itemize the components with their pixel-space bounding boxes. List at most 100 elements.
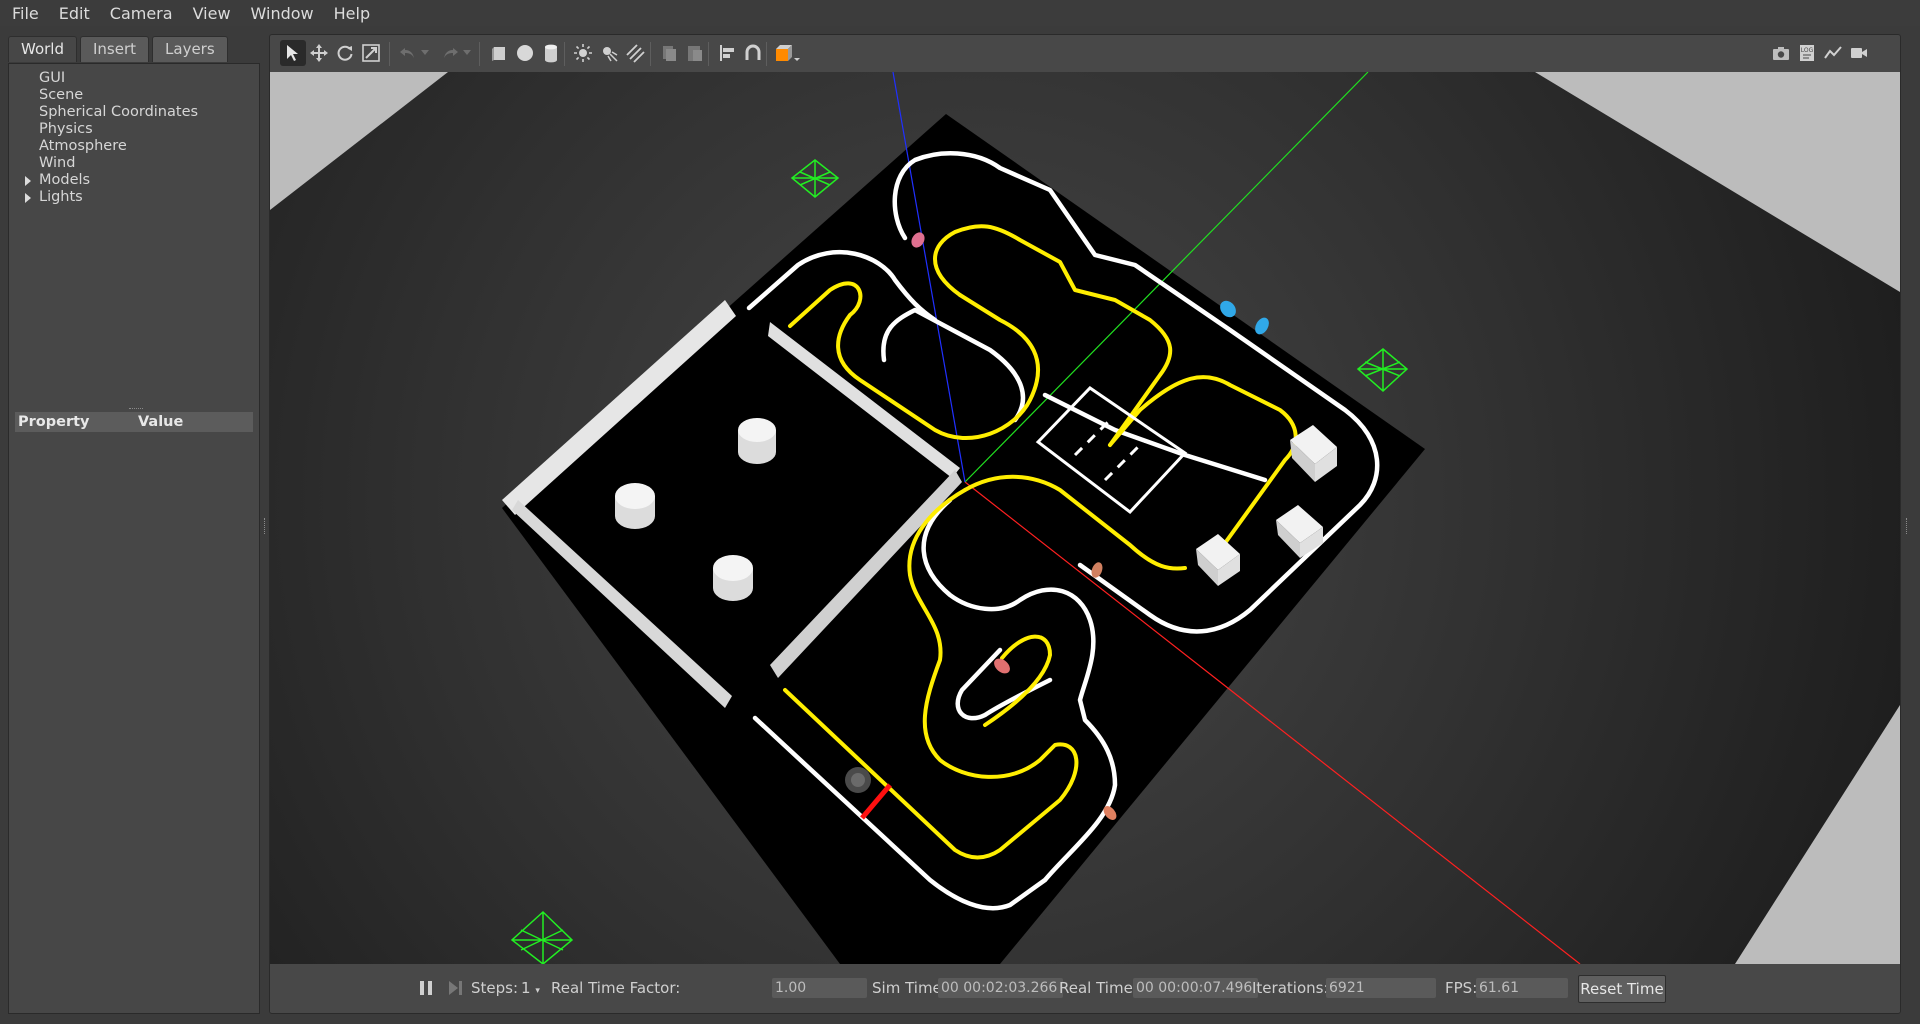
real-time-factor-label: Real Time Factor: [551,979,681,997]
view-angle-icon [776,45,800,61]
scale-mode-button[interactable] [358,40,384,66]
reset-time-button[interactable]: Reset Time [1578,975,1666,1003]
toolbar-separator [389,42,390,66]
directional-light-button[interactable] [622,40,648,66]
menu-view[interactable]: View [183,4,241,23]
plot-button[interactable] [1820,40,1846,66]
menu-help[interactable]: Help [324,4,380,23]
translate-mode-button[interactable] [306,40,332,66]
undo-history-icon [421,50,429,55]
tree-item-label: Models [39,172,91,188]
paste-button[interactable] [682,40,708,66]
tree-item-scene[interactable]: Scene [9,87,259,104]
tree-item-models[interactable]: Models [9,172,259,189]
menu-edit[interactable]: Edit [49,4,100,23]
spot-light-button[interactable] [596,40,622,66]
cylinder-shape-button[interactable] [538,40,564,66]
pause-icon [420,981,432,995]
sphere-shape-icon [517,45,533,61]
menu-window[interactable]: Window [241,4,324,23]
tree-item-physics[interactable]: Physics [9,121,259,138]
expand-arrow-icon[interactable] [25,176,31,186]
scale-mode-icon [362,44,380,62]
view-angle-button[interactable] [772,40,802,66]
snap-icon [745,44,761,60]
rotate-mode-icon [337,45,353,61]
menu-camera[interactable]: Camera [100,4,183,23]
copy-icon [663,46,676,61]
tree-item-atmosphere[interactable]: Atmosphere [9,138,259,155]
splitter-grip-icon [129,408,143,411]
world-panel: GUI Scene Spherical Coordinates Physics … [8,63,260,1014]
property-column-header[interactable]: Property [15,414,138,430]
property-table-header: Property Value [15,412,253,432]
3d-viewport[interactable] [270,72,1900,964]
menubar: File Edit Camera View Window Help [0,0,1920,26]
tree-item-label: Atmosphere [39,138,127,154]
steps-spinbox[interactable]: 1 ▾ [521,964,540,1012]
align-button[interactable] [714,40,740,66]
steps-value: 1 [521,979,531,997]
left-panel-resize-handle[interactable] [264,518,268,534]
tree-item-label: Spherical Coordinates [39,104,199,120]
screenshot-button[interactable] [1768,40,1794,66]
tree-item-wind[interactable]: Wind [9,155,259,172]
cylinder-obstacle [713,555,753,601]
log-button[interactable]: LOG [1794,40,1820,66]
pause-button[interactable] [413,975,439,1001]
copy-button[interactable] [656,40,682,66]
redo-history-button[interactable] [460,40,474,66]
screenshot-icon [1773,47,1789,60]
spot-light-icon [603,47,618,62]
step-button[interactable] [442,975,468,1001]
select-mode-button[interactable] [280,40,306,66]
tree-item-gui[interactable]: GUI [9,70,259,87]
box-shape-button[interactable] [486,40,512,66]
real-time-field: 00 00:00:07.496 [1133,978,1258,998]
box-shape-icon [492,47,505,61]
bottom-toolbar: Steps: 1 ▾ Real Time Factor: 1.00 Sim Ti… [270,964,1900,1012]
real-time-factor-field: 1.00 [772,978,867,998]
step-icon [449,981,462,995]
cylinder-shape-icon [545,44,557,63]
record-video-button[interactable] [1846,40,1872,66]
tree-item-label: GUI [39,70,66,86]
tab-world[interactable]: World [8,36,77,62]
value-column-header[interactable]: Value [138,414,183,430]
rotate-mode-button[interactable] [332,40,358,66]
toolbar: LOG [271,36,1899,72]
toolbar-separator [708,42,709,66]
sim-time-label: Sim Time: [872,979,947,997]
tab-insert[interactable]: Insert [80,36,150,62]
toolbar-separator [479,42,480,66]
snap-button[interactable] [740,40,766,66]
log-icon: LOG [1800,45,1814,61]
tree-item-spherical-coordinates[interactable]: Spherical Coordinates [9,104,259,121]
tree-item-label: Scene [39,87,84,103]
point-light-button[interactable] [570,40,596,66]
tree-item-lights[interactable]: Lights [9,189,259,206]
redo-history-icon [463,50,471,55]
tab-layers[interactable]: Layers [152,36,228,62]
redo-icon [444,48,458,58]
expand-arrow-icon[interactable] [25,193,31,203]
robot-model-core [851,773,865,787]
record-video-icon [1851,48,1867,58]
select-mode-icon [287,45,298,61]
real-time-label: Real Time: [1059,979,1138,997]
world-tree: GUI Scene Spherical Coordinates Physics … [9,64,259,206]
right-panel-resize-handle[interactable] [1906,518,1910,534]
tree-item-label: Wind [39,155,76,171]
sim-time-field: 00 00:02:03.266 [938,978,1063,998]
cylinder-obstacle [615,483,655,529]
sphere-shape-button[interactable] [512,40,538,66]
fps-label: FPS: [1445,979,1478,997]
menu-file[interactable]: File [0,4,49,23]
tree-item-label: Physics [39,121,93,137]
undo-history-button[interactable] [418,40,432,66]
cylinder-obstacle [738,418,776,464]
iterations-label: Iterations: [1252,979,1329,997]
plot-icon [1824,46,1842,59]
chevron-down-icon: ▾ [535,986,540,996]
svg-text:LOG: LOG [1801,47,1814,54]
